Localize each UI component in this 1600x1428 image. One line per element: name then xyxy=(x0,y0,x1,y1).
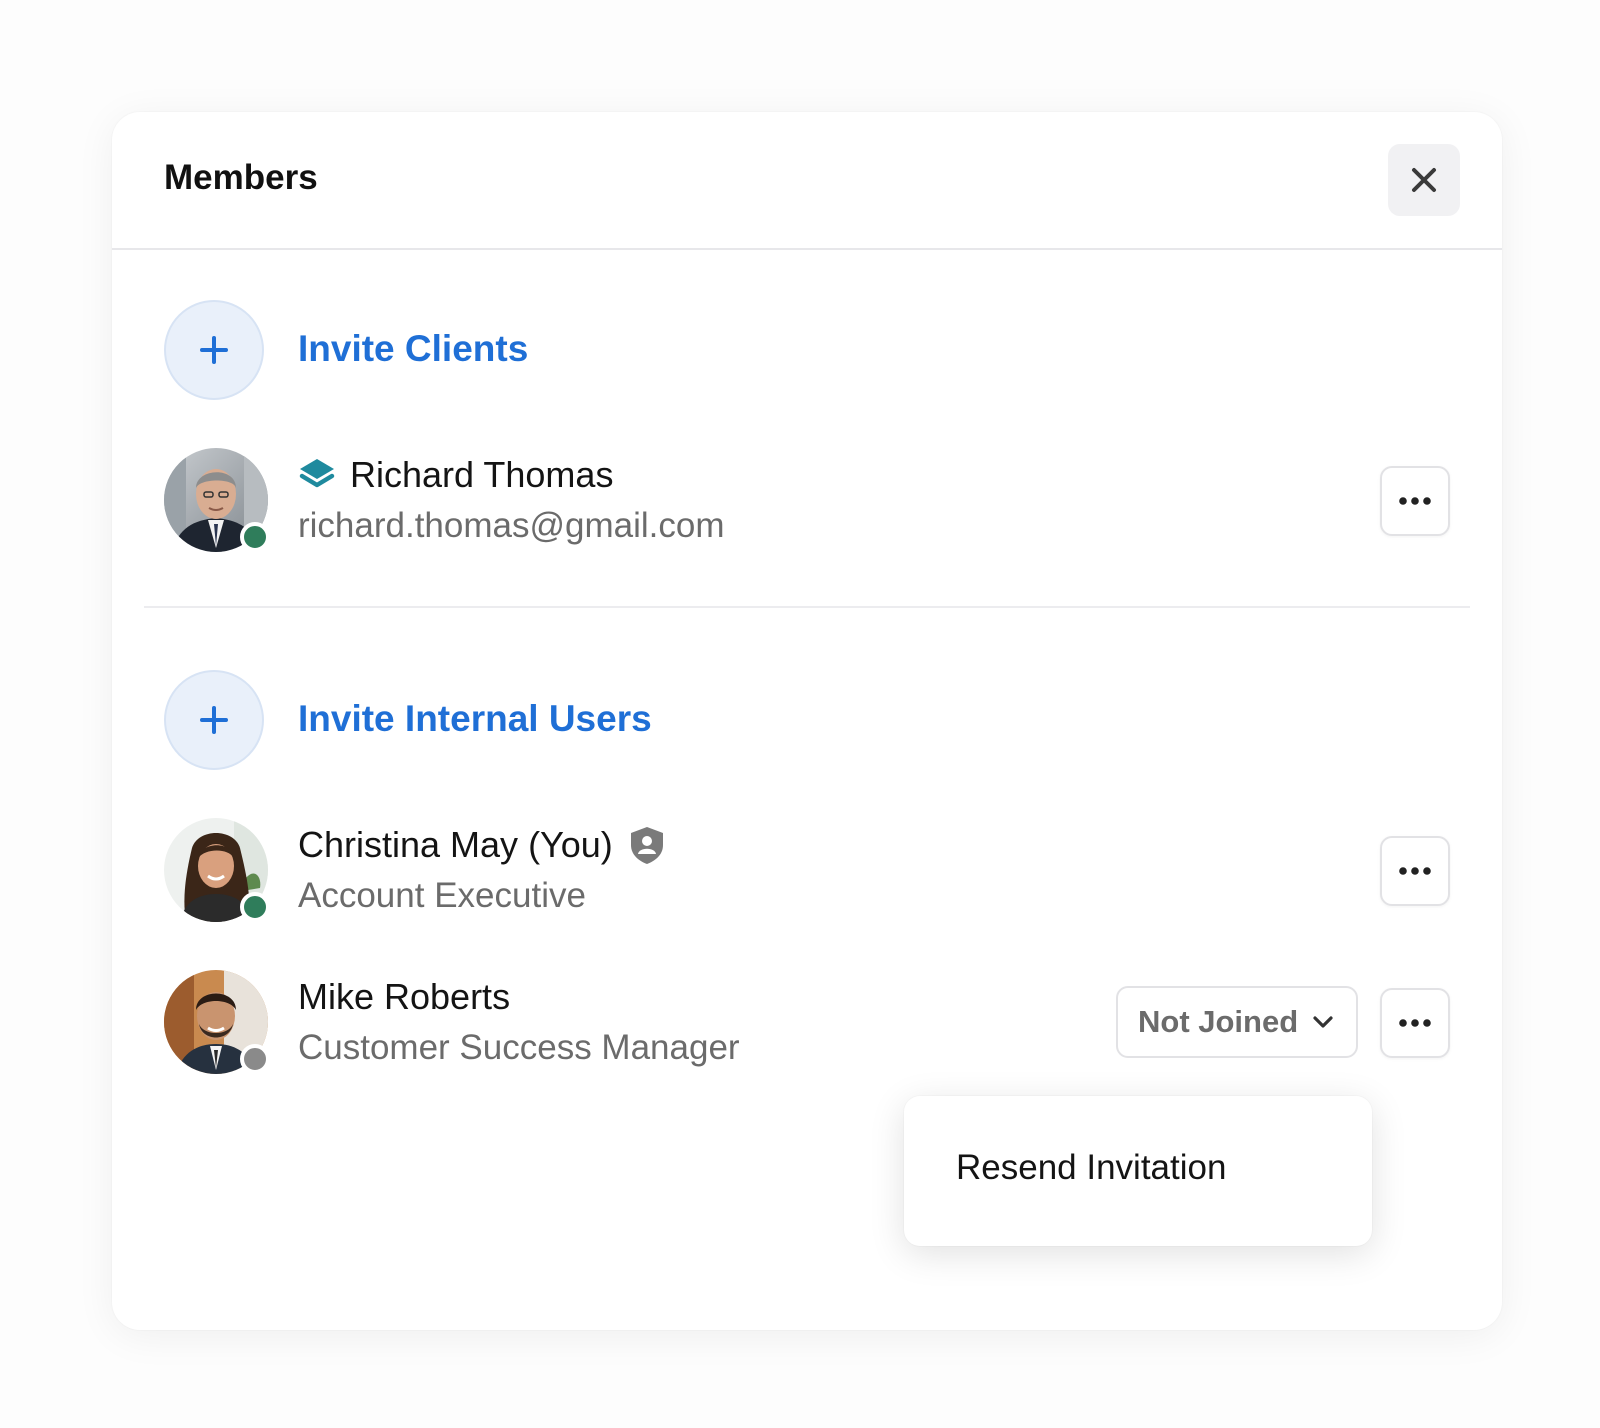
layers-icon xyxy=(298,457,336,493)
member-email: richard.thomas@gmail.com xyxy=(298,506,725,545)
invite-clients-button[interactable] xyxy=(164,300,264,400)
invite-clients-link[interactable]: Invite Clients xyxy=(298,328,528,370)
invite-internal-row[interactable]: Invite Internal Users xyxy=(164,670,1450,774)
modal-title: Members xyxy=(164,158,318,197)
invite-internal-link[interactable]: Invite Internal Users xyxy=(298,698,652,740)
more-icon xyxy=(1399,1019,1431,1027)
chevron-down-icon xyxy=(1313,1016,1333,1028)
invite-clients-row[interactable]: Invite Clients xyxy=(164,300,1450,404)
more-options-button[interactable] xyxy=(1380,466,1450,536)
plus-icon xyxy=(200,706,228,734)
resend-invitation-menu-item[interactable]: Resend Invitation xyxy=(956,1148,1226,1188)
section-divider xyxy=(144,606,1470,608)
member-role: Customer Success Manager xyxy=(298,1028,740,1067)
member-name: Richard Thomas xyxy=(298,454,613,496)
online-status-dot xyxy=(240,892,270,922)
close-icon xyxy=(1412,168,1436,192)
member-name-text: Christina May (You) xyxy=(298,824,613,865)
more-icon xyxy=(1399,497,1431,505)
member-row-mike-roberts: Mike Roberts Customer Success Manager No… xyxy=(164,970,1450,1074)
options-popover-menu: Resend Invitation xyxy=(904,1096,1372,1246)
more-options-button[interactable] xyxy=(1380,988,1450,1058)
invite-internal-button[interactable] xyxy=(164,670,264,770)
member-name: Christina May (You) xyxy=(298,824,665,866)
close-button[interactable] xyxy=(1388,144,1460,216)
member-name-text: Mike Roberts xyxy=(298,976,511,1017)
plus-icon xyxy=(200,336,228,364)
member-name: Mike Roberts xyxy=(298,976,510,1018)
avatar xyxy=(164,970,270,1074)
more-options-button[interactable] xyxy=(1380,836,1450,906)
member-row-richard-thomas: Richard Thomas richard.thomas@gmail.com xyxy=(164,448,1450,552)
member-role: Account Executive xyxy=(298,876,586,915)
more-icon xyxy=(1399,867,1431,875)
invite-status-dropdown[interactable]: Not Joined xyxy=(1116,986,1358,1058)
member-name-text: Richard Thomas xyxy=(350,454,614,495)
online-status-dot xyxy=(240,522,270,552)
member-row-christina-may: Christina May (You) Account Executive xyxy=(164,818,1450,922)
modal-header: Members xyxy=(112,112,1502,250)
avatar xyxy=(164,448,270,552)
offline-status-dot xyxy=(240,1044,270,1074)
shield-user-icon xyxy=(629,825,665,865)
invite-status-label: Not Joined xyxy=(1138,1004,1299,1039)
avatar xyxy=(164,818,270,922)
